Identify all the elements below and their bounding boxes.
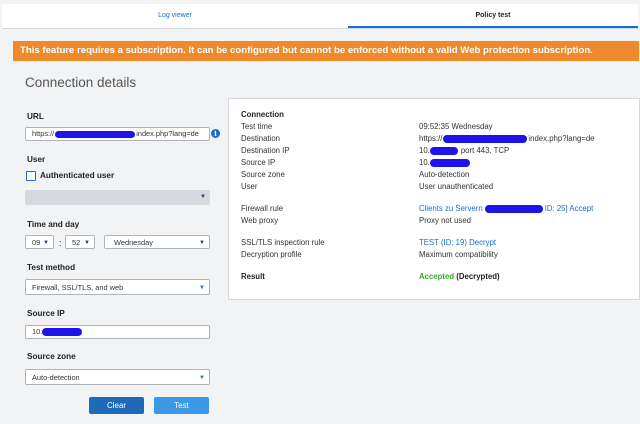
- minute-value: 52: [72, 238, 81, 247]
- url-prefix: https://: [32, 129, 55, 138]
- url-input[interactable]: https:// index.php?lang=de: [25, 127, 210, 141]
- clear-button[interactable]: Clear: [89, 397, 144, 414]
- day-value: Wednesday: [114, 238, 153, 247]
- result-value-source-ip: 10.: [419, 158, 470, 167]
- result-decrypted: (Decrypted): [456, 272, 500, 281]
- result-label-source-ip: Source IP: [241, 158, 276, 167]
- result-label-firewall-rule: Firewall rule: [241, 204, 284, 213]
- test-method-label: Test method: [27, 263, 76, 272]
- result-value-destination-ip: 10. port 443, TCP: [419, 146, 509, 155]
- result-label-user: User: [241, 182, 258, 191]
- source-zone-label: Source zone: [27, 352, 76, 361]
- test-method-value: Firewall, SSL/TLS, and web: [32, 283, 124, 292]
- redaction-mark: [42, 328, 83, 337]
- redaction-mark: [484, 204, 543, 213]
- authenticated-user-label: Authenticated user: [40, 171, 115, 180]
- page-title: Connection details: [25, 75, 137, 90]
- ssl-tls-rule-link[interactable]: TEST (ID: 19) Decrypt: [419, 238, 496, 247]
- result-value-source-zone: Auto-detection: [419, 170, 470, 179]
- user-select-disabled: ▼: [25, 190, 210, 205]
- user-label: User: [27, 155, 46, 164]
- result-label-ssl-tls-rule: SSL/TLS inspection rule: [241, 238, 325, 247]
- source-ip-prefix: 10.: [32, 327, 43, 336]
- result-value-web-proxy: Proxy not used: [419, 216, 472, 225]
- subscription-warning-banner: This feature requires a subscription. It…: [13, 41, 639, 61]
- source-zone-select[interactable]: Auto-detection ▼: [25, 369, 210, 385]
- chevron-down-icon: ▼: [43, 240, 49, 246]
- time-and-day-label: Time and day: [27, 220, 80, 229]
- chevron-down-icon: ▼: [84, 240, 90, 246]
- redaction-mark: [429, 146, 458, 155]
- test-button[interactable]: Test: [154, 397, 209, 414]
- chevron-down-icon: ▼: [199, 285, 205, 291]
- result-label-source-zone: Source zone: [241, 170, 285, 179]
- authenticated-user-checkbox[interactable]: [26, 171, 36, 181]
- redaction-mark: [443, 134, 528, 143]
- result-value-test-time: 09:52:35 Wednesday: [419, 122, 493, 131]
- destination-prefix: https://: [419, 134, 443, 143]
- destination-ip-suffix: port 443, TCP: [460, 146, 510, 155]
- hour-value: 09: [32, 238, 41, 247]
- url-suffix: index.php?lang=de: [136, 129, 199, 138]
- result-label-test-time: Test time: [241, 122, 273, 131]
- tab-log-viewer[interactable]: Log viewer: [2, 4, 348, 28]
- hour-select[interactable]: 09 ▼: [25, 235, 54, 249]
- destination-suffix: index.php?lang=de: [528, 134, 595, 143]
- source-ip-input[interactable]: 10.: [25, 325, 210, 339]
- redaction-mark: [55, 130, 136, 138]
- chevron-down-icon: ▼: [200, 194, 206, 200]
- tab-bar: Log viewer Policy test: [2, 4, 638, 29]
- result-label-destination-ip: Destination IP: [241, 146, 290, 155]
- chevron-down-icon: ▼: [199, 375, 205, 381]
- chevron-down-icon: ▼: [199, 240, 205, 246]
- result-label-web-proxy: Web proxy: [241, 216, 279, 225]
- result-value-user: User unauthenticated: [419, 182, 494, 191]
- firewall-rule-link[interactable]: Clients zu Servern ID: 25] Accept: [419, 204, 593, 213]
- source-ip-value-prefix: 10.: [419, 158, 430, 167]
- redaction-mark: [429, 158, 470, 167]
- info-icon[interactable]: i: [211, 129, 220, 138]
- destination-ip-prefix: 10.: [419, 146, 430, 155]
- result-value-result: Accepted (Decrypted): [419, 272, 500, 281]
- result-label-result: Result: [241, 272, 265, 281]
- source-zone-value: Auto-detection: [32, 373, 80, 382]
- result-accepted: Accepted: [419, 272, 455, 281]
- result-value-decryption-profile: Maximum compatibility: [419, 250, 498, 259]
- url-label: URL: [27, 112, 44, 121]
- firewall-rule-suffix: ID: 25] Accept: [544, 204, 594, 213]
- day-select[interactable]: Wednesday ▼: [104, 235, 210, 249]
- connection-section-title: Connection: [241, 110, 284, 119]
- tab-policy-test[interactable]: Policy test: [348, 4, 638, 28]
- time-separator: :: [59, 238, 62, 248]
- connection-result-panel: Connection Test time 09:52:35 Wednesday …: [228, 98, 640, 300]
- result-label-decryption-profile: Decryption profile: [241, 250, 302, 259]
- minute-select[interactable]: 52 ▼: [65, 235, 95, 249]
- test-method-select[interactable]: Firewall, SSL/TLS, and web ▼: [25, 279, 210, 295]
- firewall-rule-prefix: Clients zu Servern: [419, 204, 483, 213]
- result-label-destination: Destination: [241, 134, 281, 143]
- result-value-destination: https:// index.php?lang=de: [419, 134, 595, 143]
- source-ip-label: Source IP: [27, 309, 65, 318]
